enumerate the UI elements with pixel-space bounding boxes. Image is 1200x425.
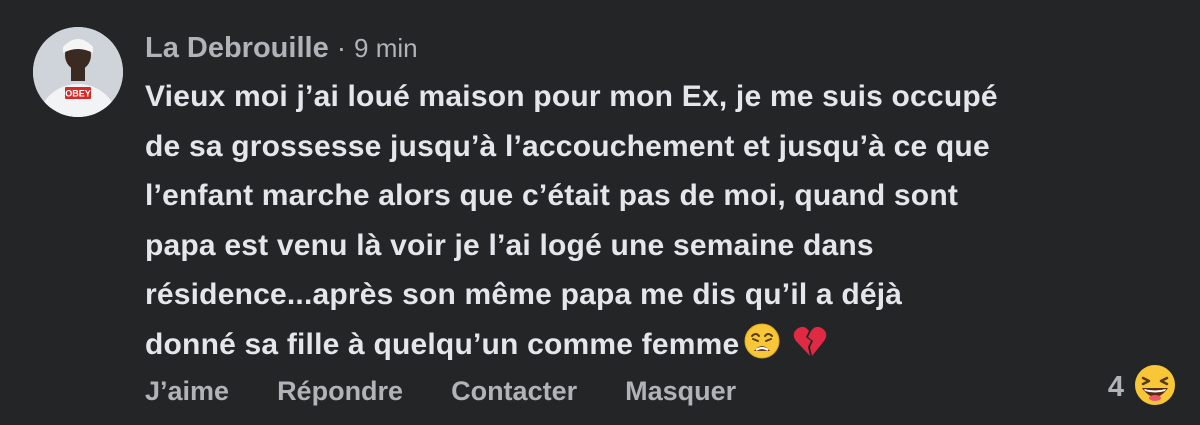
weary-face-emoji-icon bbox=[743, 322, 781, 376]
comment: OBEY La Debrouille · 9 min Vieux moi j’a… bbox=[0, 0, 1200, 425]
reaction-count: 4 bbox=[1107, 371, 1124, 403]
comment-line: Vieux moi j’ai loué maison pour mon Ex, … bbox=[145, 80, 998, 113]
comment-line: donné sa fille à quelqu’un comme femme bbox=[145, 327, 740, 361]
reaction-summary[interactable]: 4 bbox=[1108, 362, 1178, 413]
comment-line: l’enfant marche alors que c’était pas de… bbox=[145, 179, 959, 212]
comment-header: La Debrouille · 9 min bbox=[145, 28, 418, 68]
author-name[interactable]: La Debrouille bbox=[145, 32, 329, 65]
avatar[interactable]: OBEY bbox=[33, 27, 123, 117]
comment-line: papa est venu là voir je l’ai logé une s… bbox=[145, 228, 874, 262]
haha-reaction-icon bbox=[1132, 362, 1178, 413]
separator-dot: · bbox=[336, 32, 347, 63]
comment-body: Vieux moi j’ai loué maison pour mon Ex, … bbox=[145, 72, 1165, 375]
comment-last-line: donné sa fille à quelqu’un comme femme bbox=[145, 320, 1165, 376]
comment-actions: J’aime Répondre Contacter Masquer bbox=[145, 376, 736, 407]
avatar-photo-icon: OBEY bbox=[33, 27, 123, 117]
comment-line: de sa grossesse jusqu’à l’accouchement e… bbox=[145, 129, 990, 163]
like-button[interactable]: J’aime bbox=[145, 376, 229, 407]
comment-line: résidence...après son même papa me dis q… bbox=[145, 278, 903, 311]
hide-button[interactable]: Masquer bbox=[625, 376, 736, 407]
reply-button[interactable]: Répondre bbox=[277, 376, 403, 407]
timestamp[interactable]: 9 min bbox=[354, 33, 418, 64]
contact-button[interactable]: Contacter bbox=[451, 376, 577, 407]
avatar-shirt-text: OBEY bbox=[65, 89, 91, 99]
broken-heart-emoji-icon bbox=[791, 322, 829, 376]
